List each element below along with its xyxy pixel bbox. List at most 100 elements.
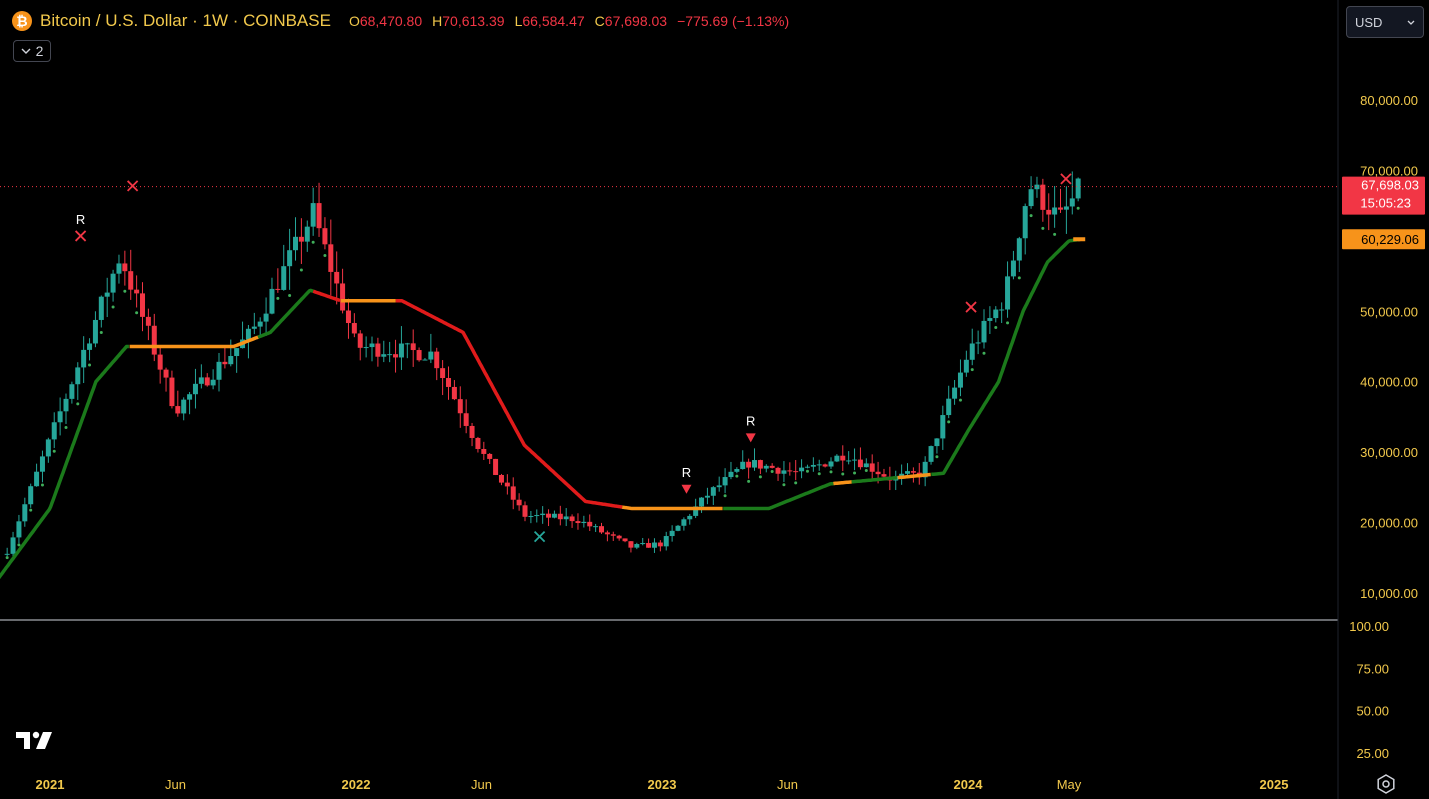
lower-pane-axis[interactable]: 100.00 75.00 50.00 25.00 — [1349, 619, 1389, 761]
candle-body — [622, 538, 628, 542]
candle-body — [1028, 189, 1034, 207]
trailing-dot — [994, 326, 998, 330]
candle-body — [746, 461, 752, 468]
candle-body — [328, 244, 334, 272]
trailing-dot — [829, 470, 833, 474]
trailing-dot — [805, 469, 809, 473]
trailing-dot — [111, 305, 115, 309]
settings-gear-icon[interactable] — [1375, 773, 1397, 795]
candle-body — [1063, 206, 1069, 210]
candle-body — [1075, 178, 1081, 199]
triangle-down-marker-icon — [681, 484, 692, 494]
trailing-dot — [311, 240, 315, 244]
candle-body — [10, 537, 16, 554]
candle-body — [398, 343, 404, 358]
time-axis[interactable]: 2021 Jun 2022 Jun 2023 Jun 2024 May 2025 — [36, 777, 1289, 792]
candle-body — [734, 469, 740, 472]
candle-body — [634, 544, 640, 548]
candle-body — [752, 460, 758, 468]
trailing-dot — [299, 268, 303, 272]
candle-body — [63, 398, 69, 412]
candle-body — [234, 348, 240, 357]
candle-body — [869, 463, 875, 472]
candle-body — [599, 526, 605, 533]
candle-body — [852, 459, 858, 461]
candle-body — [310, 203, 316, 227]
ma-segment-neutral — [832, 480, 853, 486]
candle-body — [687, 515, 693, 520]
candle-body — [704, 495, 710, 498]
candle-body — [822, 464, 828, 467]
indicators-toggle-button[interactable]: 2 — [13, 40, 51, 62]
candle-body — [999, 309, 1005, 311]
candle-body — [75, 367, 81, 385]
candle-body — [681, 519, 687, 526]
lower-tick-label: 100.00 — [1349, 619, 1389, 634]
trailing-dot — [1017, 276, 1021, 280]
candle-body — [963, 359, 969, 373]
candle-body — [340, 283, 346, 311]
trailing-dot — [40, 483, 44, 487]
candle-body — [881, 474, 887, 477]
trailing-dot — [758, 475, 762, 479]
candle-body — [546, 513, 552, 518]
currency-select[interactable]: USD — [1346, 6, 1424, 38]
price-tick-label: 40,000.00 — [1360, 375, 1418, 390]
candle-body — [1010, 260, 1016, 277]
candle-body — [528, 516, 534, 518]
trailing-dot — [323, 254, 327, 258]
lower-tick-label: 50.00 — [1356, 704, 1389, 719]
bar-countdown-label: 15:05:23 — [1360, 196, 1411, 211]
candle-body — [263, 313, 269, 322]
candle-body — [116, 263, 122, 274]
candle-body — [1005, 276, 1011, 310]
candle-body — [434, 351, 440, 369]
trailing-dot — [782, 483, 786, 487]
chevron-down-icon — [21, 48, 31, 54]
cross-marker-icon — [533, 531, 546, 543]
candle-body — [451, 386, 457, 400]
candle-body — [487, 453, 493, 459]
trailing-dot — [947, 420, 951, 424]
ma-segment-bull — [930, 237, 1079, 477]
candlestick-series — [4, 171, 1081, 558]
lower-tick-label: 25.00 — [1356, 746, 1389, 761]
candle-body — [810, 464, 816, 467]
ohlc-values: O68,470.80 H70,613.39 L66,584.47 C67,698… — [349, 13, 789, 29]
candle-body — [416, 350, 422, 361]
candle-body — [969, 343, 975, 360]
trailing-dot — [935, 455, 939, 459]
tradingview-logo-icon[interactable] — [16, 729, 56, 751]
price-axis[interactable]: 80,000.00 70,000.00 50,000.00 40,000.00 30,0… — [1073, 93, 1425, 601]
candle-body — [675, 525, 681, 531]
candle-body — [846, 460, 852, 462]
chevron-down-icon — [1407, 20, 1415, 25]
candle-body — [593, 526, 599, 528]
candle-body — [187, 394, 193, 400]
candle-body — [446, 378, 452, 387]
symbol-title[interactable]: Bitcoin / U.S. Dollar · 1W · COINBASE — [40, 11, 331, 31]
candle-body — [534, 515, 540, 517]
candle-body — [987, 318, 993, 321]
triangle-down-marker-icon — [745, 433, 756, 443]
candle-body — [516, 499, 522, 506]
trailing-dot — [770, 469, 774, 473]
candle-body — [663, 536, 669, 547]
candle-body — [381, 354, 387, 357]
price-tick-label: 50,000.00 — [1360, 304, 1418, 319]
candle-body — [657, 542, 663, 547]
price-tick-label: 20,000.00 — [1360, 516, 1418, 531]
candle-body — [157, 354, 163, 370]
time-tick-label: Jun — [777, 777, 798, 792]
trailing-dot — [5, 556, 9, 560]
candle-body — [369, 343, 375, 348]
price-chart[interactable]: R R R 80,000.00 70,000.00 50,000.00 40,000.00… — [0, 0, 1429, 799]
candle-body — [345, 310, 351, 324]
candle-body — [16, 521, 22, 538]
candle-body — [122, 263, 128, 272]
candle-body — [957, 372, 963, 388]
candle-body — [604, 532, 610, 535]
candle-body — [98, 296, 104, 320]
symbol-header[interactable]: ₿ Bitcoin / U.S. Dollar · 1W · COINBASE … — [12, 9, 789, 33]
currency-value: USD — [1355, 14, 1383, 30]
